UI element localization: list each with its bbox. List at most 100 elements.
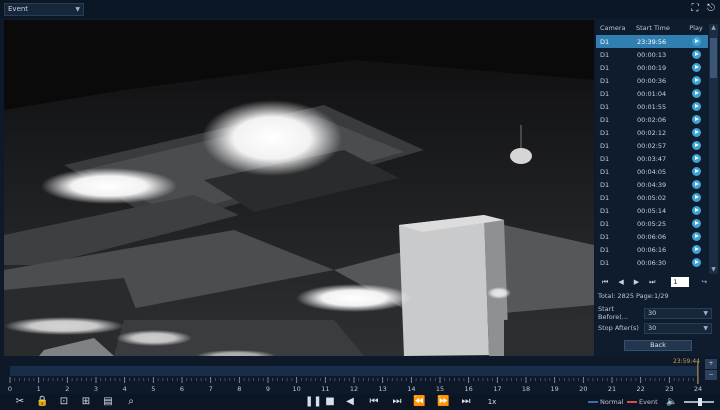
play-icon[interactable] xyxy=(691,50,701,59)
playback-mode-value: Event xyxy=(8,5,29,13)
column-header-start-time[interactable]: Start Time xyxy=(634,24,684,34)
stop-icon[interactable]: ■ xyxy=(325,396,335,408)
table-row[interactable]: D1 00:02:57 xyxy=(596,139,708,152)
speed-up-icon[interactable]: ⏩ xyxy=(437,396,449,408)
legend-event-label: Event xyxy=(639,398,658,406)
step-back-icon[interactable]: ⏮ xyxy=(368,396,380,408)
top-bar: Event ▼ ⛶ ⎋ xyxy=(0,0,720,18)
play-icon[interactable] xyxy=(691,232,701,241)
play-icon[interactable] xyxy=(691,37,701,46)
row-start-time: 00:01:55 xyxy=(637,102,667,111)
legend-normal-swatch xyxy=(588,401,598,403)
play-icon[interactable] xyxy=(691,63,701,72)
next-page-icon[interactable]: ▶ xyxy=(634,278,639,286)
table-row[interactable]: D1 00:00:36 xyxy=(596,74,708,87)
table-row[interactable]: D1 00:00:19 xyxy=(596,61,708,74)
exit-icon[interactable]: ⎋ xyxy=(705,3,717,15)
play-icon[interactable] xyxy=(691,258,701,267)
play-icon[interactable] xyxy=(691,154,701,163)
table-row[interactable]: D1 00:03:47 xyxy=(596,152,708,165)
timeline-ruler[interactable]: 0 1 2 3 4 5 6 7 8 9 10 11 12 13 14 15 16 17 18 19 20 21 22 23 24 xyxy=(4,358,704,394)
scrollbar-thumb[interactable] xyxy=(710,38,717,78)
table-row[interactable]: D1 00:05:02 xyxy=(596,191,708,204)
play-icon[interactable] xyxy=(691,76,701,85)
legend-event-swatch xyxy=(627,401,637,403)
row-camera: D1 xyxy=(600,232,610,241)
zoom-in-button[interactable]: + xyxy=(705,359,717,369)
timeline-tick-label: 4 xyxy=(123,385,127,393)
go-to-page-icon[interactable]: ↪ xyxy=(701,278,707,286)
play-icon[interactable] xyxy=(691,115,701,124)
table-row[interactable]: D1 00:04:39 xyxy=(596,178,708,191)
page-number-input[interactable]: 1 xyxy=(671,277,690,287)
step-forward-icon[interactable]: ⏭ xyxy=(391,396,403,408)
table-row[interactable]: D1 00:00:13 xyxy=(596,48,708,61)
search-icon[interactable]: ⌕ xyxy=(124,396,138,408)
start-before-value: 30 xyxy=(648,308,657,317)
last-page-icon[interactable]: ⏭ xyxy=(649,278,655,287)
table-row[interactable]: D1 00:02:06 xyxy=(596,113,708,126)
play-icon[interactable] xyxy=(691,167,701,176)
start-before-field: Start Before(... 30 ▼ xyxy=(598,305,716,321)
video-playback-window[interactable] xyxy=(4,20,594,356)
clip-icon[interactable]: ✂ xyxy=(14,396,26,408)
next-frame-icon[interactable]: ⏭ xyxy=(460,396,472,408)
row-camera: D1 xyxy=(600,128,610,137)
table-row[interactable]: D1 00:05:25 xyxy=(596,217,708,230)
fullscreen-icon[interactable]: ⛶ xyxy=(689,3,701,15)
rewind-icon[interactable]: ◀ xyxy=(345,396,355,408)
pause-icon[interactable]: ❚❚ xyxy=(305,396,322,408)
play-icon[interactable] xyxy=(691,193,701,202)
table-row[interactable]: D1 00:02:12 xyxy=(596,126,708,139)
table-row[interactable]: D1 00:06:06 xyxy=(596,230,708,243)
play-icon[interactable] xyxy=(691,206,701,215)
event-list-scrollbar[interactable]: ▲ ▼ xyxy=(709,24,718,274)
timeline-tick-label: 16 xyxy=(465,385,473,393)
scroll-down-icon[interactable]: ▼ xyxy=(709,266,718,274)
row-play-cell xyxy=(684,141,708,150)
back-button[interactable]: Back xyxy=(624,340,692,351)
row-camera: D1 xyxy=(600,206,610,215)
timeline[interactable]: 0 1 2 3 4 5 6 7 8 9 10 11 12 13 14 15 16 17 18 19 20 21 22 23 24… xyxy=(0,358,720,394)
play-icon[interactable] xyxy=(691,102,701,111)
table-row[interactable]: D1 00:06:16 xyxy=(596,243,708,256)
table-row[interactable]: D1 00:06:30 xyxy=(596,256,708,269)
start-before-select[interactable]: 30 ▼ xyxy=(644,307,712,319)
play-icon[interactable] xyxy=(691,180,701,189)
volume-slider-knob[interactable] xyxy=(698,398,702,406)
row-play-cell xyxy=(684,258,708,267)
add-tag-icon[interactable]: ⊞ xyxy=(80,396,92,408)
table-row[interactable]: D1 00:04:05 xyxy=(596,165,708,178)
row-camera: D1 xyxy=(600,167,610,176)
table-row[interactable]: D1 00:01:55 xyxy=(596,100,708,113)
scroll-up-icon[interactable]: ▲ xyxy=(709,24,718,32)
play-icon[interactable] xyxy=(691,245,701,254)
column-header-camera[interactable]: Camera xyxy=(596,24,634,34)
lock-icon[interactable]: 🔒 xyxy=(36,396,48,408)
play-icon[interactable] xyxy=(691,128,701,137)
timeline-tick-label: 21 xyxy=(608,385,616,393)
table-row[interactable]: D1 00:01:04 xyxy=(596,87,708,100)
legend-normal-label: Normal xyxy=(600,398,624,406)
zoom-out-button[interactable]: − xyxy=(705,370,717,380)
table-row[interactable]: D1 23:39:56 xyxy=(596,35,708,48)
slow-down-icon[interactable]: ⏪ xyxy=(413,396,425,408)
column-header-play[interactable]: Play xyxy=(684,24,708,34)
recording-bar[interactable] xyxy=(10,366,698,376)
volume-icon[interactable]: 🔈 xyxy=(666,396,678,408)
table-row[interactable]: D1 00:05:14 xyxy=(596,204,708,217)
stop-after-select[interactable]: 30 ▼ xyxy=(644,322,712,334)
row-start-time: 00:03:47 xyxy=(637,154,667,163)
playback-mode-select[interactable]: Event ▼ xyxy=(4,3,84,16)
timeline-tick-label: 5 xyxy=(151,385,155,393)
prev-page-icon[interactable]: ◀ xyxy=(618,278,623,286)
row-camera: D1 xyxy=(600,37,610,46)
volume-slider[interactable] xyxy=(684,398,714,406)
play-icon[interactable] xyxy=(691,89,701,98)
play-icon[interactable] xyxy=(691,219,701,228)
tag-icon[interactable]: ⊡ xyxy=(58,396,70,408)
row-play-cell xyxy=(684,76,708,85)
first-page-icon[interactable]: ⏮ xyxy=(602,278,608,287)
play-icon[interactable] xyxy=(691,141,701,150)
save-icon[interactable]: ▤ xyxy=(102,396,114,408)
